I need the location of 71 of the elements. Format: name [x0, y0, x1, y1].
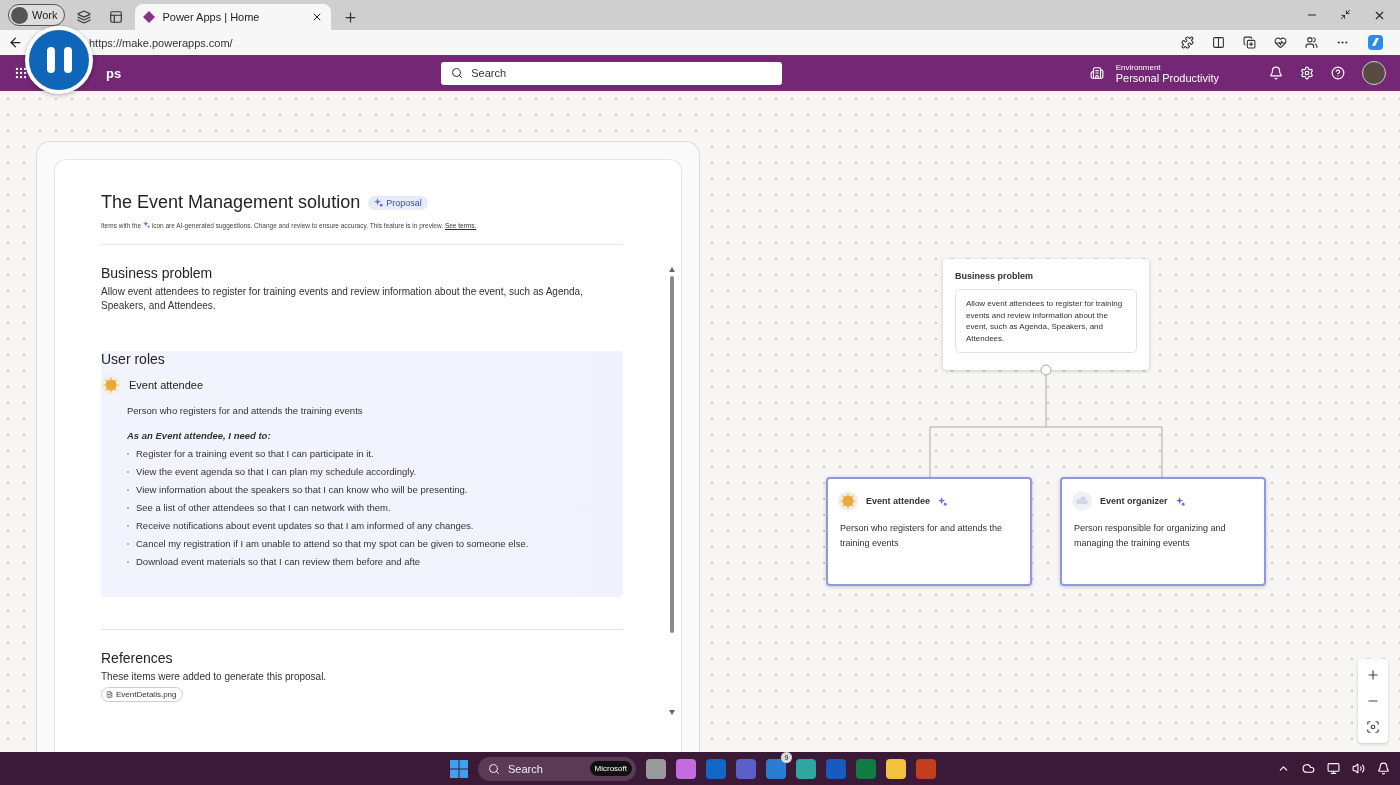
sun-face-icon [838, 491, 858, 511]
app-launcher-icon[interactable] [14, 66, 28, 80]
environment-name[interactable]: Personal Productivity [1115, 71, 1219, 84]
people-icon[interactable] [1305, 36, 1318, 49]
section-heading: User roles [101, 351, 166, 367]
user-avatar[interactable] [1362, 61, 1386, 85]
network-icon[interactable] [1327, 762, 1340, 775]
browser-tab[interactable]: Power Apps | Home [135, 4, 332, 30]
sun-face-icon [101, 375, 121, 395]
notifications-icon[interactable] [1269, 66, 1283, 80]
windows-logo-icon[interactable] [450, 759, 468, 778]
business-problem-text: Allow event attendees to register for training events and review information about the event, such as Agenda, Speakers, and Attendees. [101, 285, 584, 313]
app-icon[interactable] [676, 758, 696, 779]
role-node[interactable]: Event organizer Person responsible for organizing and managing the training events [1060, 477, 1266, 586]
address-field[interactable]: https://make.powerapps.com/ [89, 36, 233, 49]
file-icon [106, 691, 113, 698]
split-screen-icon[interactable] [1212, 36, 1225, 49]
diagram-node[interactable]: Business problem Allow event attendees to register for training events and review information about the event, such as Agenda, Speakers, and Attendees. [943, 259, 1149, 370]
taskbar-search[interactable]: Search Microsoft [478, 756, 636, 781]
task-view-icon[interactable] [646, 758, 666, 779]
back-icon[interactable] [8, 35, 23, 50]
node-title: Business problem [955, 271, 1035, 281]
extensions-icon[interactable] [1181, 36, 1194, 49]
search-icon [488, 762, 500, 775]
need-item: Receive notifications about event updates so that I am informed of any changes. [136, 520, 474, 531]
profile-button[interactable]: Work [8, 4, 66, 26]
search-field[interactable]: Search [441, 61, 783, 85]
cloud-icon [1072, 491, 1092, 511]
need-item: View information about the speakers so that I can know who will be presenting. [136, 484, 468, 495]
restore-icon[interactable] [1340, 8, 1351, 20]
search-highlight-chip: Microsoft [589, 761, 632, 776]
role-node[interactable]: Event attendee Person who registers for and attends the training events [826, 477, 1032, 586]
sparkle-icon [142, 221, 150, 228]
need-item: Register for a training event so that I can participate in it. [136, 448, 374, 459]
node-text: Person responsible for organizing and managing the training events [1074, 522, 1227, 550]
plus-icon [1366, 668, 1380, 682]
cloud-icon[interactable] [1302, 762, 1315, 775]
node-text: Allow event attendees to register for training events and review information about the event, such as Agenda, Speakers, and Attendees. [955, 289, 1137, 354]
needs-heading: As an Event attendee, I need to: [127, 430, 272, 441]
role-description: Person who registers for and attends the training events [127, 405, 364, 416]
node-title: Event attendee [866, 496, 931, 506]
avatar-icon [11, 6, 28, 24]
tab-title: Power Apps | Home [162, 11, 261, 23]
scrollbar[interactable] [668, 266, 676, 716]
need-item: View the event agenda so that I can plan my schedule accordingly. [136, 466, 417, 477]
need-item: Cancel my registration if I am unable to attend so that my spot can be given to someone else. [136, 538, 529, 549]
settings-icon[interactable] [1300, 66, 1314, 80]
sparkle-icon [374, 198, 384, 207]
section-heading: References [101, 650, 174, 666]
app-icon[interactable] [766, 758, 786, 779]
heart-pulse-icon[interactable] [1274, 36, 1287, 49]
app-title: ps [106, 65, 122, 81]
role-name: Event attendee [129, 379, 203, 391]
proposal-title: The Event Management solution [101, 192, 361, 213]
collections-icon[interactable] [1243, 36, 1256, 49]
focus-icon [1366, 720, 1380, 734]
volume-icon[interactable] [1352, 762, 1365, 775]
connection-handle[interactable] [1040, 364, 1052, 376]
node-title: Event organizer [1100, 496, 1168, 506]
need-item: Download event materials so that I can review them before and afte [136, 556, 421, 567]
environment-label: Environment [1115, 62, 1162, 72]
environment-icon[interactable] [1089, 66, 1104, 80]
search-icon [451, 67, 464, 79]
need-item: See a list of other attendees so that I can network with them. [136, 502, 391, 513]
proposal-badge: Proposal [368, 195, 428, 210]
diamond-logo-icon [143, 11, 156, 23]
references-text: These items were added to generate this proposal. [101, 670, 328, 684]
node-text: Person who registers for and attends the training events [840, 522, 1004, 550]
notifications-icon[interactable] [1377, 762, 1390, 775]
section-heading: Business problem [101, 265, 214, 281]
help-icon[interactable] [1331, 66, 1345, 80]
